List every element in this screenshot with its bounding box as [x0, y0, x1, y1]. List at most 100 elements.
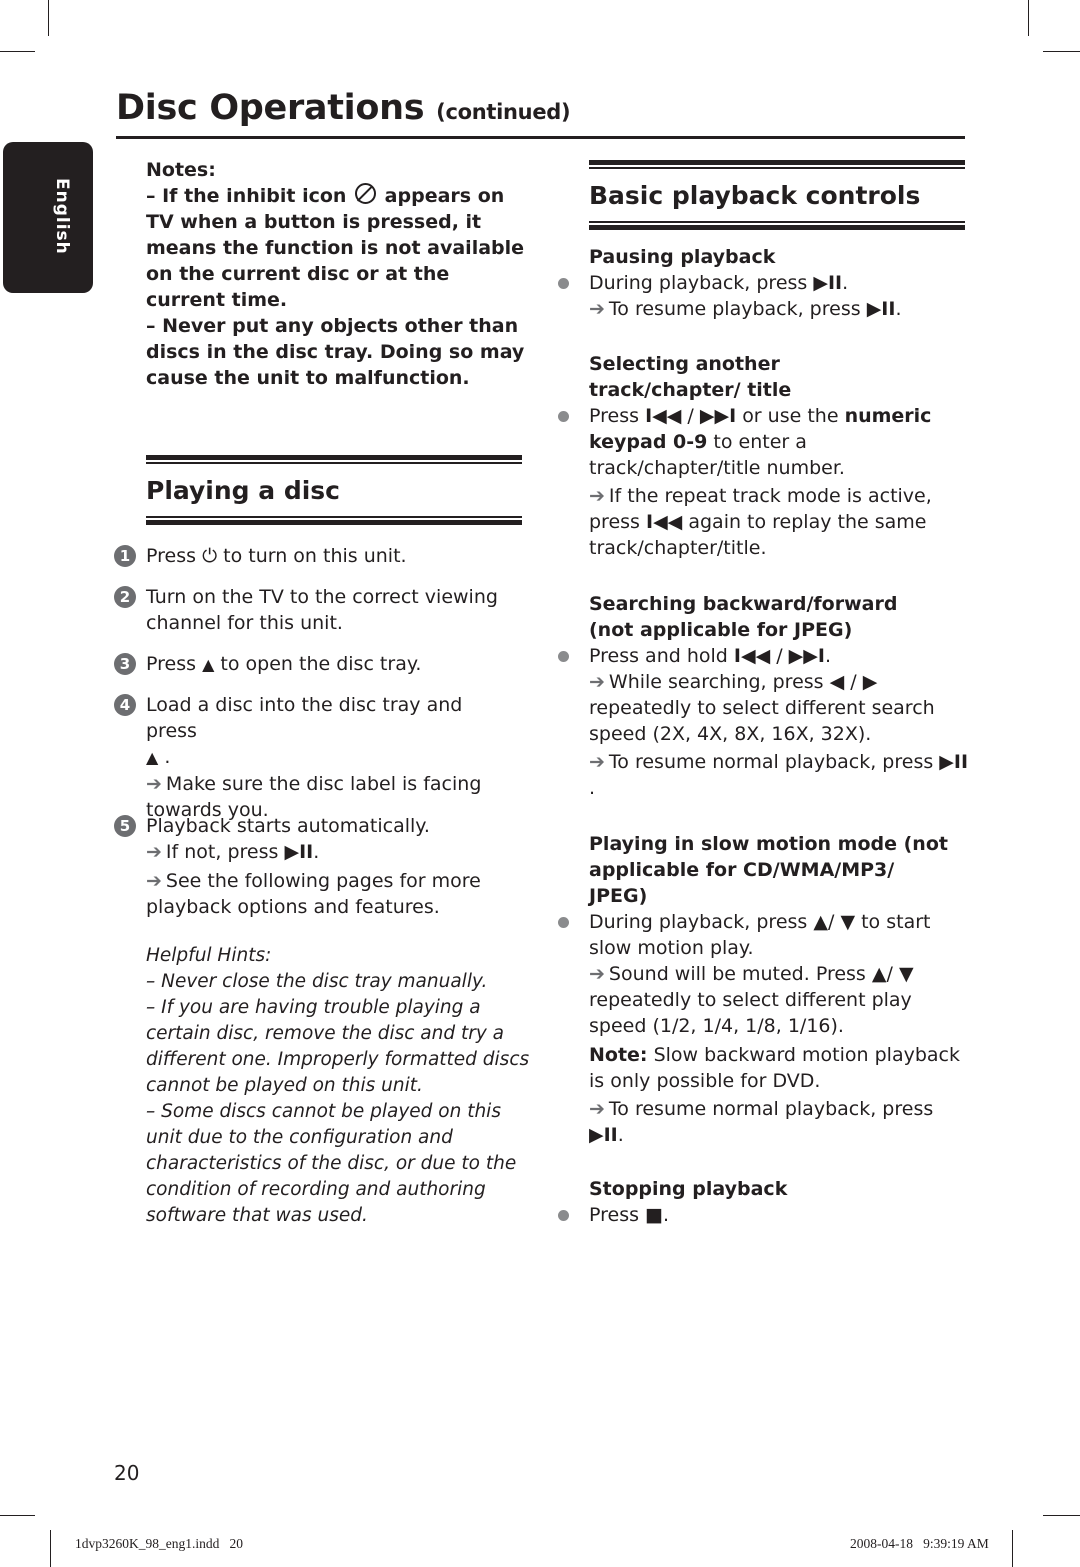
- bullet-dot: [558, 411, 569, 422]
- eject-icon: ▲: [202, 655, 215, 674]
- down-icon: ▼: [898, 963, 914, 985]
- eject-icon: ▲: [146, 748, 159, 767]
- bullet-dot: [558, 278, 569, 289]
- sub-item: ➔ If the repeat track mode is active, pre…: [589, 483, 974, 561]
- bullet-text: Press and hold: [589, 645, 728, 667]
- searching-block: Searching backward/forward (not applicab…: [558, 591, 974, 801]
- step-text: to turn on this unit.: [223, 545, 407, 567]
- sub-text: To resume playback, press: [608, 298, 861, 320]
- sub-item: ➔ To resume normal playback, press ▶II.: [589, 1098, 934, 1146]
- note-label: Note:: [589, 1044, 648, 1066]
- next-icon: ▶▶I: [788, 645, 825, 667]
- section-title: Basic playback controls: [589, 181, 921, 210]
- subsection-heading: Selecting another track/chapter/ title: [589, 353, 792, 401]
- footer-filename: 1dvp3260K_98_eng1.indd 20: [75, 1536, 243, 1551]
- subsection-heading: Searching backward/forward (not applicab…: [589, 593, 898, 641]
- sub-text: again to replay the same track/chapter/t…: [589, 511, 927, 559]
- sub-item: ➔ To resume playback, press ▶II.: [589, 298, 902, 320]
- page-title-suffix: (continued): [436, 100, 571, 124]
- bullet-item: Press I◀◀ / ▶▶I or use the numeric keypa…: [558, 403, 974, 481]
- helpful-hints: Helpful Hints: – Never close the disc tr…: [146, 943, 531, 1229]
- inhibit-icon: [355, 183, 377, 204]
- stopping-block: Stopping playback Press ■.: [558, 1176, 974, 1228]
- arrow-icon: ➔: [146, 773, 162, 795]
- stop-icon: ■: [645, 1204, 664, 1226]
- left-icon: ◀: [829, 671, 845, 693]
- crop-mark: [1043, 51, 1080, 52]
- sub-text: While searching, press: [608, 671, 824, 693]
- hint-item: – If you are having trouble playing a ce…: [146, 997, 530, 1096]
- section-header-basic-controls: Basic playback controls: [589, 160, 965, 230]
- sub-text: To resume normal playback, press: [608, 751, 934, 773]
- bullet-text: During playback, press: [589, 272, 808, 294]
- sub-item: ➔ Sound will be muted. Press ▲/ ▼ repeate…: [589, 963, 914, 1037]
- page-number: 20: [114, 1461, 140, 1485]
- step-subtext: See the following pages for more playbac…: [146, 870, 481, 918]
- down-icon: ▼: [840, 911, 856, 933]
- page-title: Disc Operations (continued): [116, 88, 571, 128]
- up-icon: ▲: [813, 911, 828, 933]
- sub-item: ➔ While searching, press ◀ / ▶ repeatedly…: [589, 671, 935, 745]
- crop-mark: [50, 1530, 51, 1567]
- crop-mark: [0, 1515, 35, 1516]
- sub-text: Sound will be muted. Press: [608, 963, 866, 985]
- rule: [146, 520, 522, 525]
- crop-mark: [1043, 1515, 1080, 1516]
- up-icon: ▲: [871, 963, 887, 985]
- crop-mark: [1028, 0, 1029, 36]
- step-number-badge: 4: [114, 694, 136, 716]
- title-rule: [116, 136, 965, 139]
- arrow-icon: ➔: [589, 298, 605, 320]
- arrow-icon: ➔: [146, 870, 162, 892]
- previous-icon: I◀◀: [733, 645, 771, 667]
- step-text: Playback starts automatically.: [146, 815, 430, 837]
- subsection-heading: Pausing playback: [589, 246, 776, 268]
- section-header-playing-disc: Playing a disc: [146, 455, 522, 525]
- next-icon: ▶▶I: [699, 405, 737, 427]
- step-item: 3 Press ▲ to open the disc tray.: [114, 651, 514, 678]
- note-item: – Never put any objects other than discs…: [146, 315, 525, 389]
- sub-text: To resume normal playback, press: [608, 1098, 934, 1120]
- bullet-text: or use the: [742, 405, 839, 427]
- bullet-item: During playback, press ▲/ ▼ to start slo…: [558, 909, 974, 961]
- hint-item: – Never close the disc tray manually.: [146, 971, 488, 992]
- note-text: – If the inhibit icon: [146, 185, 347, 207]
- step-number-badge: 1: [114, 545, 136, 567]
- sub-item: ➔ To resume normal playback, press ▶II .: [589, 751, 969, 799]
- page-title-text: Disc Operations: [116, 88, 425, 128]
- previous-icon: I◀◀: [646, 511, 683, 533]
- sub-text: repeatedly to select different play spee…: [589, 989, 912, 1037]
- power-icon: ⏻: [202, 545, 218, 567]
- crop-mark: [48, 0, 49, 36]
- arrow-icon: ➔: [589, 1098, 605, 1120]
- step-item: 4 Load a disc into the disc tray and pre…: [114, 692, 514, 823]
- subsection-heading: Playing in slow motion mode (not applica…: [589, 833, 948, 907]
- step-text: Press: [146, 545, 197, 567]
- rule: [146, 455, 522, 460]
- arrow-icon: ➔: [589, 671, 605, 693]
- arrow-icon: ➔: [589, 485, 605, 507]
- subsection-heading: Stopping playback: [589, 1178, 788, 1200]
- bullet-dot: [558, 651, 569, 662]
- notes-block: Notes: – If the inhibit icon appears on …: [146, 157, 531, 391]
- section-title: Playing a disc: [146, 476, 340, 505]
- bullet-dot: [558, 1210, 569, 1221]
- step-text: Load a disc into the disc tray and press: [146, 694, 463, 742]
- step-text: to open the disc tray.: [220, 653, 422, 675]
- step-number-badge: 3: [114, 653, 136, 675]
- right-icon: ▶: [862, 671, 878, 693]
- step-text: Turn on the TV to the correct viewing ch…: [146, 586, 498, 634]
- play-pause-icon: ▶II: [284, 841, 314, 863]
- rule: [146, 516, 522, 518]
- step-item: 1 Press ⏻ to turn on this unit.: [114, 543, 514, 569]
- rule: [589, 160, 965, 165]
- bullet-text: Press: [589, 405, 640, 427]
- hints-label: Helpful Hints:: [146, 945, 272, 966]
- arrow-icon: ➔: [589, 751, 605, 773]
- play-pause-icon: ▶II: [866, 298, 896, 320]
- step-text: Press: [146, 653, 197, 675]
- arrow-icon: ➔: [146, 841, 162, 863]
- play-pause-icon: ▶II: [813, 272, 843, 294]
- step-number-badge: 2: [114, 586, 136, 608]
- step-item: 2 Turn on the TV to the correct viewing …: [114, 584, 514, 636]
